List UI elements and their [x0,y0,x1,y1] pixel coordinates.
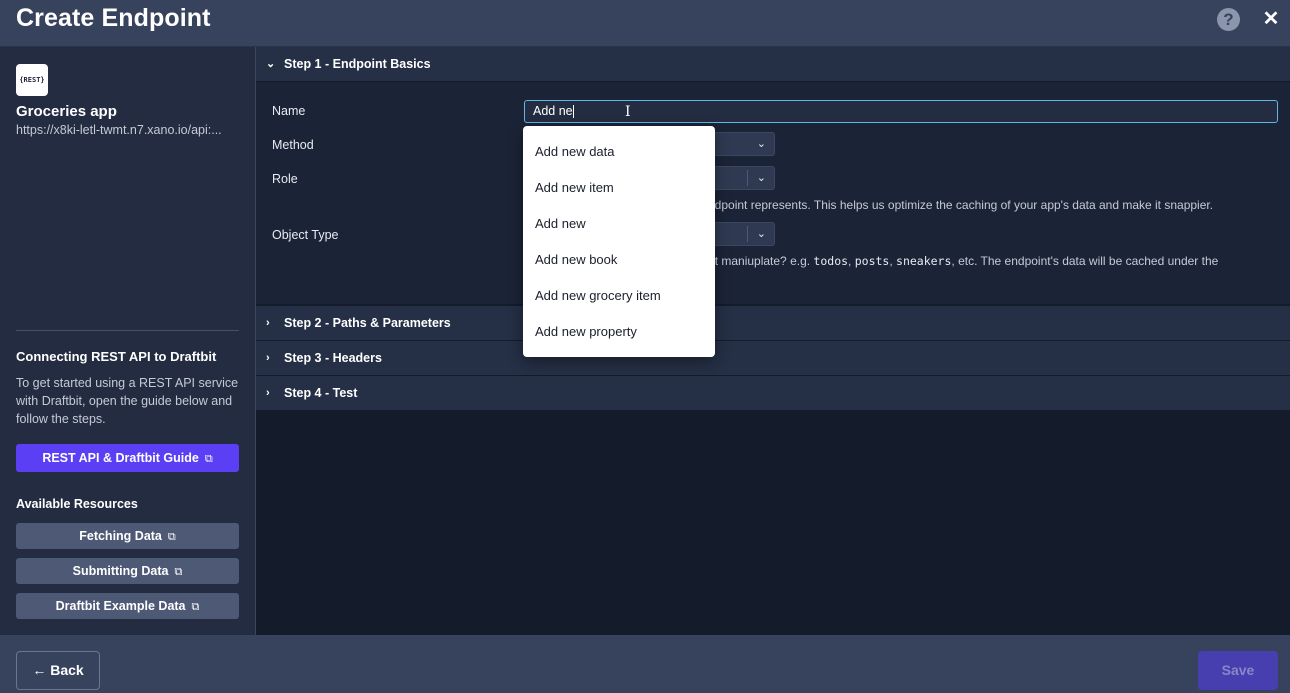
chevron-down-icon: ⌄ [266,58,276,70]
external-link-icon: ⧉ [167,531,176,543]
chevron-down-icon: ⌄ [756,228,766,240]
autocomplete-option[interactable]: Add new item [535,180,614,195]
step-4-header[interactable]: › Step 4 - Test [256,376,1290,410]
chevron-down-icon: ⌄ [756,172,766,184]
step-label: Step 4 - Test [284,386,358,400]
fetching-data-button[interactable]: Fetching Data ⧉ [16,523,239,549]
method-label: Method [272,138,314,152]
autocomplete-option[interactable]: Add new data [535,144,615,159]
select-separator [747,170,748,186]
footer-bar: ← Back Save [0,635,1290,693]
text-caret [572,105,574,119]
step-1-header[interactable]: ⌄ Step 1 - Endpoint Basics [256,47,1290,81]
guide-description: To get started using a REST API service … [16,376,239,426]
step-3-header[interactable]: › Step 3 - Headers [256,341,1290,375]
autocomplete-dropdown: Add new data Add new item Add new Add ne… [523,126,715,357]
submitting-data-button[interactable]: Submitting Data ⧉ [16,558,239,584]
rest-logo-icon: {REST} [16,64,48,96]
autocomplete-option[interactable]: Add new property [535,324,637,339]
chevron-right-icon: › [266,317,270,329]
external-link-icon: ⧉ [191,601,200,613]
name-input-value: Add ne [533,104,573,118]
object-type-label: Object Type [272,228,339,242]
resources-title: Available Resources [16,497,138,511]
autocomplete-option[interactable]: Add new [535,216,586,231]
example-data-button[interactable]: Draftbit Example Data ⧉ [16,593,239,619]
help-icon[interactable]: ? [1217,8,1240,31]
chevron-down-icon: ⌄ [756,138,766,150]
chevron-right-icon: › [266,387,270,399]
name-label: Name [272,104,306,118]
chevron-right-icon: › [266,352,270,364]
help-suffix: , etc. The endpoint's data will be cache… [951,254,1219,268]
resource-label: Draftbit Example Data [55,599,186,613]
main-panel: ⌄ Step 1 - Endpoint Basics Name Method R… [256,47,1290,635]
autocomplete-option[interactable]: Add new book [535,252,617,267]
text-cursor-icon: I [625,104,631,120]
step-label: Step 1 - Endpoint Basics [284,57,431,71]
example-sneakers: sneakers [896,254,952,268]
external-link-icon: ⧉ [174,566,183,578]
example-posts: posts [854,254,890,268]
sidebar: {REST} Groceries app https://x8ki-letl-t… [0,47,256,635]
back-button[interactable]: ← Back [16,651,100,690]
create-endpoint-window: Create Endpoint ? ✕ {REST} Groceries app… [0,0,1290,693]
select-separator [747,226,748,242]
app-name: Groceries app [16,103,117,120]
close-icon[interactable]: ✕ [1262,9,1280,29]
guide-button-label: REST API & Draftbit Guide [42,451,199,465]
role-help-text: s endpoint represents. This helps us opt… [692,198,1214,212]
guide-button[interactable]: REST API & Draftbit Guide ⧉ [16,444,239,472]
step-label: Step 2 - Paths & Parameters [284,316,451,330]
autocomplete-option[interactable]: Add new grocery item [535,288,661,303]
sidebar-divider [16,330,239,331]
external-link-icon: ⧉ [204,453,213,465]
guide-title: Connecting REST API to Draftbit [16,349,217,364]
resource-label: Fetching Data [79,529,162,543]
window-title: Create Endpoint [16,4,211,32]
name-input[interactable]: Add ne [524,100,1278,123]
save-button[interactable]: Save [1198,651,1278,690]
role-label: Role [272,172,298,186]
object-type-help-text: point maniuplate? e.g. todos, posts, sne… [692,254,1219,268]
title-bar: Create Endpoint ? ✕ [0,0,1290,47]
step-2-header[interactable]: › Step 2 - Paths & Parameters [256,306,1290,340]
resource-label: Submitting Data [72,564,169,578]
app-url: https://x8ki-letl-twmt.n7.xano.io/api:..… [16,123,222,137]
example-todos: todos [813,254,849,268]
step-label: Step 3 - Headers [284,351,382,365]
